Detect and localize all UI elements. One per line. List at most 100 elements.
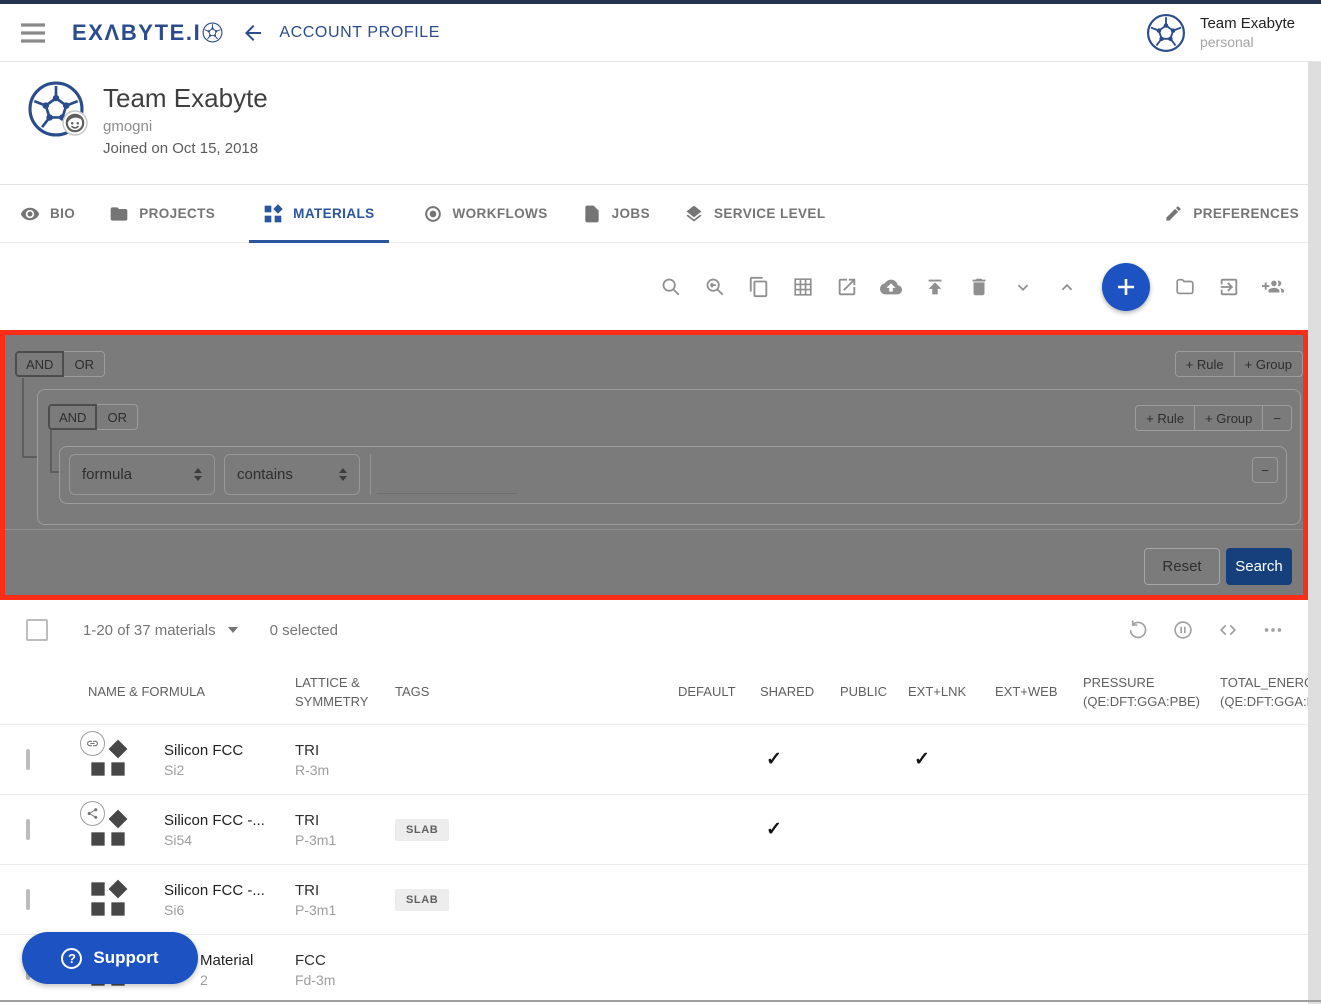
chevron-up-icon[interactable] — [1056, 276, 1078, 298]
tab-label: WORKFLOWS — [453, 206, 548, 221]
refresh-icon[interactable] — [1127, 619, 1149, 641]
row-checkbox[interactable] — [26, 819, 30, 840]
column-header-ext-web[interactable]: EXT+WEB — [995, 682, 1083, 702]
column-header-pressure[interactable]: PRESSURE (QE:DFT:GGA:PBE) — [1083, 673, 1220, 712]
outer-and-or-toggle: AND OR — [15, 351, 105, 377]
outer-and-button[interactable]: AND — [15, 351, 64, 377]
select-spinner-icon — [194, 468, 202, 481]
account-type: personal — [1200, 34, 1295, 50]
inner-add-rule-button[interactable]: + Rule — [1135, 405, 1195, 431]
tag-chip: SLAB — [395, 819, 449, 841]
query-builder-panel: AND OR + Rule + Group AND OR + Rule + Gr… — [0, 330, 1308, 600]
rule-field-select[interactable]: formula — [69, 454, 215, 495]
inner-or-button[interactable]: OR — [96, 404, 138, 430]
table-row[interactable]: Silicon FCC Si2 TRI R-3m ✓ ✓ — [0, 725, 1321, 795]
reset-button[interactable]: Reset — [1144, 548, 1220, 585]
column-header-public[interactable]: PUBLIC — [840, 682, 908, 702]
list-action-icons — [1127, 619, 1284, 641]
tab-materials[interactable]: MATERIALS — [249, 185, 388, 243]
folder-icon[interactable] — [1174, 276, 1196, 298]
pencil-icon — [1164, 204, 1183, 223]
tab-label: PROJECTS — [139, 206, 215, 221]
material-name: Material — [200, 952, 295, 969]
inner-and-button[interactable]: AND — [48, 404, 97, 430]
exabyte-logo[interactable]: EXΛBYTE.I — [72, 20, 223, 46]
menu-icon[interactable] — [20, 22, 46, 44]
question-circle-icon: ? — [61, 948, 82, 969]
material-lattice: TRI — [295, 742, 395, 759]
material-name: Silicon FCC -... — [164, 812, 295, 829]
column-header-total-energy[interactable]: TOTAL_ENERGY (QE:DFT:GGA:PBE) — [1220, 673, 1321, 712]
table-row[interactable]: Silicon FCC -... Si6 TRI P-3m1 SLAB — [0, 865, 1321, 935]
filter-rule-row: formula contains − — [59, 446, 1287, 504]
material-symmetry: R-3m — [295, 762, 395, 778]
rule-divider — [370, 454, 371, 495]
support-button[interactable]: ? Support — [22, 932, 198, 984]
scrollbar-gutter[interactable] — [1308, 62, 1321, 1004]
select-all-checkbox[interactable] — [26, 619, 48, 641]
column-header-ext-lnk[interactable]: EXT+LNK — [908, 682, 995, 702]
rule-value-input[interactable] — [377, 460, 517, 494]
cloud-upload-icon[interactable] — [880, 276, 902, 298]
remove-rule-button[interactable]: − — [1252, 457, 1278, 483]
shared-checkmark: ✓ — [760, 818, 840, 841]
inner-remove-group-button[interactable]: − — [1262, 405, 1292, 431]
user-face-badge-icon — [62, 110, 88, 136]
selected-count: 0 selected — [270, 622, 338, 639]
copy-icon[interactable] — [748, 276, 770, 298]
page-size-dropdown-icon[interactable] — [228, 627, 238, 633]
search-icon[interactable] — [660, 276, 682, 298]
add-to-team-icon[interactable] — [1262, 276, 1284, 298]
outer-add-group-button[interactable]: + Group — [1234, 351, 1303, 377]
material-symmetry: P-3m1 — [295, 902, 395, 918]
tab-jobs[interactable]: JOBS — [582, 185, 650, 243]
material-lattice: TRI — [295, 812, 395, 829]
select-spinner-icon — [339, 468, 347, 481]
back-arrow-icon[interactable] — [241, 21, 265, 45]
tab-workflows[interactable]: WORKFLOWS — [423, 185, 548, 243]
column-header-lattice-symmetry[interactable]: LATTICE & SYMMETRY — [295, 673, 395, 712]
tag-chip: SLAB — [395, 889, 449, 911]
column-header-default[interactable]: DEFAULT — [678, 682, 760, 702]
rule-operator-select[interactable]: contains — [224, 454, 360, 495]
pause-circle-icon[interactable] — [1172, 619, 1194, 641]
material-lattice: FCC — [295, 952, 395, 969]
open-in-new-icon[interactable] — [836, 276, 858, 298]
table-row[interactable]: Silicon FCC -... Si54 TRI P-3m1 SLAB ✓ — [0, 795, 1321, 865]
material-icon — [88, 739, 130, 781]
code-icon[interactable] — [1217, 619, 1239, 641]
import-icon[interactable] — [1218, 276, 1240, 298]
eye-icon — [20, 204, 40, 224]
tab-service-level[interactable]: SERVICE LEVEL — [684, 185, 825, 243]
upload-icon[interactable] — [924, 276, 946, 298]
preferences-button[interactable]: PREFERENCES — [1164, 204, 1299, 223]
table-row[interactable]: Material 2 FCC Fd-3m — [0, 935, 1321, 1004]
inner-group-actions: + Rule + Group − — [1135, 405, 1292, 431]
column-header-tags[interactable]: TAGS — [395, 682, 678, 702]
more-options-icon[interactable] — [1262, 619, 1284, 641]
row-checkbox[interactable] — [26, 749, 30, 770]
nested-filter-group: AND OR + Rule + Group − formula contains — [37, 389, 1301, 525]
delete-icon[interactable] — [968, 276, 990, 298]
column-header-shared[interactable]: SHARED — [760, 682, 840, 702]
chevron-down-icon[interactable] — [1012, 276, 1034, 298]
material-lattice: TRI — [295, 882, 395, 899]
row-checkbox[interactable] — [26, 889, 30, 910]
material-formula: Si2 — [164, 762, 295, 778]
search-in-results-icon[interactable] — [704, 276, 726, 298]
tab-bio[interactable]: BIO — [20, 185, 75, 243]
support-label: Support — [93, 948, 158, 968]
plus-icon — [1114, 275, 1138, 299]
grid-view-icon[interactable] — [792, 276, 814, 298]
search-button[interactable]: Search — [1226, 548, 1292, 585]
tab-projects[interactable]: PROJECTS — [109, 185, 215, 243]
outer-add-rule-button[interactable]: + Rule — [1175, 351, 1235, 377]
add-material-button[interactable] — [1102, 263, 1150, 311]
account-switcher[interactable]: Team Exabyte personal — [1146, 13, 1295, 53]
inner-add-group-button[interactable]: + Group — [1194, 405, 1263, 431]
outer-or-button[interactable]: OR — [63, 351, 105, 377]
ext-lnk-checkmark: ✓ — [908, 748, 995, 771]
account-profile-screen: EXΛBYTE.I ACCOUNT PROFILE Team Exabyte p… — [0, 0, 1321, 1004]
logo-text: EXΛBYTE.I — [72, 20, 201, 46]
column-header-name-formula[interactable]: NAME & FORMULA — [88, 682, 295, 702]
